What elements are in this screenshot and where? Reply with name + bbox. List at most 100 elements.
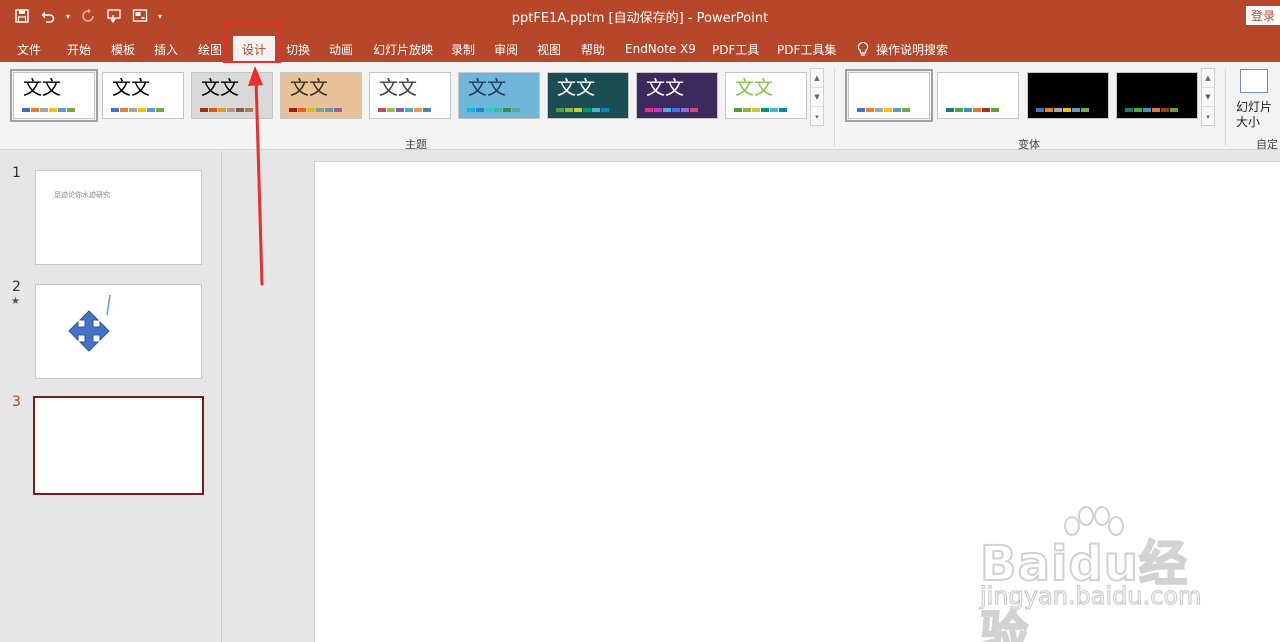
color-swatch [1081, 108, 1089, 112]
slide-size-label: 幻灯片 大小 [1236, 100, 1273, 129]
color-swatch [1072, 108, 1080, 112]
color-swatch [672, 108, 680, 112]
tab-6[interactable]: 切换 [286, 36, 310, 62]
color-swatch [298, 108, 306, 112]
customize-group-label: 自定 [1256, 138, 1278, 151]
theme-preview-text: 文文 [112, 77, 151, 99]
variant-color-swatches [857, 108, 910, 112]
window-title: pptFE1A.pptm [自动保存的] - PowerPoint [511, 11, 769, 26]
color-swatch [405, 108, 413, 112]
tab-13[interactable]: EndNote X9 [625, 36, 696, 62]
color-swatch [58, 108, 66, 112]
theme-color-swatches [22, 108, 75, 112]
theme-thumbnail-8[interactable]: 文文 [636, 72, 718, 119]
color-swatch [565, 108, 573, 112]
color-swatch [1125, 108, 1133, 112]
color-swatch [476, 108, 484, 112]
color-swatch [40, 108, 48, 112]
variant-thumbnail-1[interactable] [845, 69, 933, 122]
slide-thumbnail-text: 足迹论你水迹研究 [54, 191, 110, 199]
color-swatch [1170, 108, 1178, 112]
scroll-up-icon[interactable]: ▲ [811, 69, 823, 88]
annotation-arrow [248, 66, 264, 286]
color-swatch [955, 108, 963, 112]
slide-size-icon[interactable] [1240, 69, 1268, 93]
theme-thumbnail-1[interactable]: 文文 [10, 69, 98, 122]
color-swatch [743, 108, 751, 112]
color-swatch [779, 108, 787, 112]
color-swatch [991, 108, 999, 112]
color-swatch [1143, 108, 1151, 112]
themes-gallery-scroll[interactable]: ▲ ▼ ▾ [810, 68, 824, 126]
tab-4[interactable]: 绘图 [198, 36, 222, 62]
tab-1[interactable]: 开始 [67, 36, 91, 62]
tab-3[interactable]: 插入 [154, 36, 178, 62]
slide-number: 2 [12, 279, 21, 295]
color-swatch [770, 108, 778, 112]
tab-15[interactable]: PDF工具集 [777, 36, 836, 62]
theme-color-swatches [556, 108, 609, 112]
group-separator [1225, 68, 1226, 146]
color-swatch [387, 108, 395, 112]
theme-color-swatches [734, 108, 787, 112]
color-swatch [1152, 108, 1160, 112]
color-swatch [325, 108, 333, 112]
theme-thumbnail-6[interactable]: 文文 [458, 72, 540, 119]
tab-10[interactable]: 审阅 [494, 36, 518, 62]
theme-color-swatches [378, 108, 431, 112]
variant-thumbnail-2[interactable] [937, 72, 1019, 119]
tab-7[interactable]: 动画 [329, 36, 353, 62]
scroll-down-icon[interactable]: ▼ [811, 88, 823, 107]
login-button[interactable]: 登录 [1246, 6, 1280, 25]
scroll-up-icon[interactable]: ▲ [1202, 69, 1214, 88]
tab-11[interactable]: 视图 [537, 36, 561, 62]
color-swatch [1161, 108, 1169, 112]
color-swatch [893, 108, 901, 112]
slide-thumbnail-panel[interactable]: 1 足迹论你水迹研究 2 ★ 3 [0, 151, 222, 642]
themes-group-label: 主题 [405, 138, 427, 151]
theme-thumbnail-5[interactable]: 文文 [369, 72, 451, 119]
variants-gallery-scroll[interactable]: ▲ ▼ ▾ [1201, 68, 1215, 126]
color-swatch [857, 108, 865, 112]
annotation-highlight-box [223, 21, 281, 63]
color-swatch [1045, 108, 1053, 112]
tab-9[interactable]: 录制 [451, 36, 475, 62]
color-swatch [866, 108, 874, 112]
tab-2[interactable]: 模板 [111, 36, 135, 62]
gallery-more-icon[interactable]: ▾ [811, 107, 823, 126]
variant-color-swatches [1125, 108, 1178, 112]
tell-me-search[interactable]: 操作说明搜索 [856, 36, 948, 62]
theme-thumbnail-4[interactable]: 文文 [280, 72, 362, 119]
tell-me-label: 操作说明搜索 [876, 42, 949, 57]
color-swatch [875, 108, 883, 112]
ribbon-tabs: 操作说明搜索 文件 开始 模板 插入 绘图 设计 切换 动画 幻灯片放映 录制 审阅 视图 帮助 EndN… [0, 32, 1280, 62]
tab-12[interactable]: 帮助 [581, 36, 605, 62]
tab-14[interactable]: PDF工具 [712, 36, 759, 62]
color-swatch [67, 108, 75, 112]
slide-thumbnail-3[interactable] [33, 396, 204, 495]
color-swatch [156, 108, 164, 112]
theme-thumbnail-9[interactable]: 文文 [725, 72, 807, 119]
color-swatch [423, 108, 431, 112]
theme-preview-text: 文文 [23, 77, 62, 99]
variant-thumbnail-4[interactable] [1116, 72, 1198, 119]
gallery-more-icon[interactable]: ▾ [1202, 107, 1214, 126]
color-swatch [494, 108, 502, 112]
tab-0[interactable]: 文件 [17, 36, 41, 62]
theme-thumbnail-2[interactable]: 文文 [102, 72, 184, 119]
color-swatch [1054, 108, 1062, 112]
scroll-down-icon[interactable]: ▼ [1202, 88, 1214, 107]
theme-preview-text: 文文 [379, 77, 418, 99]
slide-thumbnail-1[interactable]: 足迹论你水迹研究 [35, 170, 202, 265]
color-swatch [681, 108, 689, 112]
slide-thumbnail-2[interactable] [35, 284, 202, 379]
theme-thumbnail-7[interactable]: 文文 [547, 72, 629, 119]
slide-size-button[interactable]: 幻灯片 大小 [1236, 100, 1272, 130]
color-swatch [120, 108, 128, 112]
color-swatch [147, 108, 155, 112]
variant-thumbnail-3[interactable] [1027, 72, 1109, 119]
tab-8[interactable]: 幻灯片放映 [373, 36, 433, 62]
color-swatch [414, 108, 422, 112]
group-separator [834, 68, 835, 146]
color-swatch [601, 108, 609, 112]
